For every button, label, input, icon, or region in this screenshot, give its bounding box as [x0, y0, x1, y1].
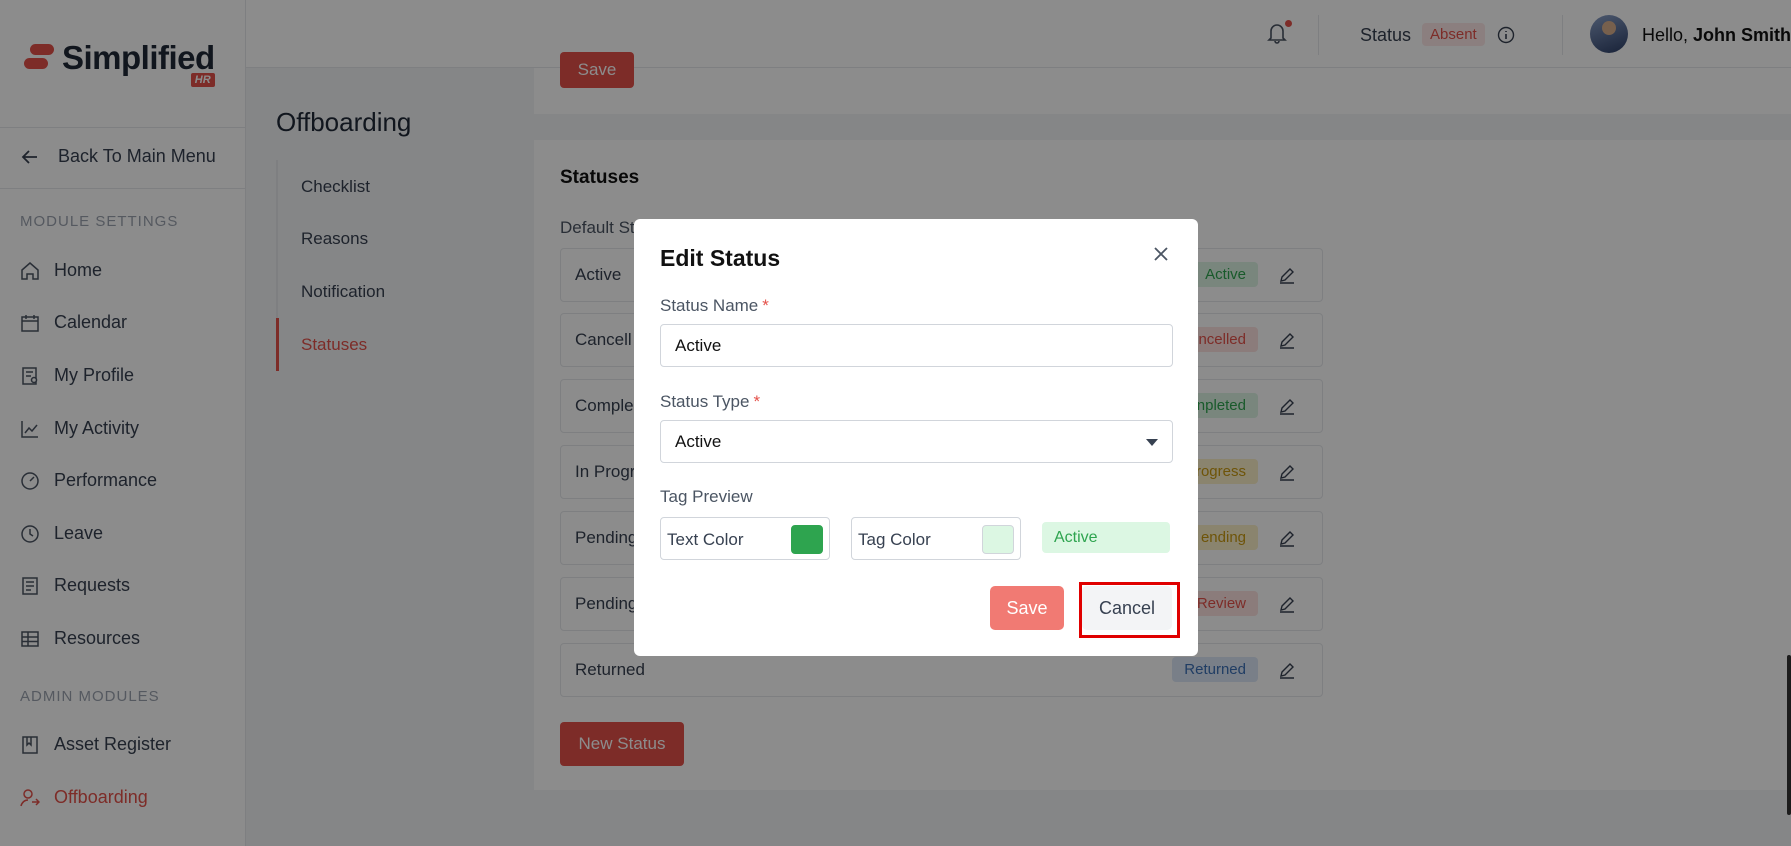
tag-preview: Active [1042, 522, 1170, 553]
caret-down-icon [1146, 439, 1158, 446]
required-mark: * [762, 296, 769, 315]
modal-save-button[interactable]: Save [990, 586, 1064, 630]
tag-color-swatch[interactable] [982, 525, 1014, 554]
modal-title: Edit Status [660, 245, 781, 271]
status-type-select[interactable]: Active [660, 420, 1173, 463]
required-mark: * [753, 392, 761, 411]
tag-color-picker[interactable]: Tag Color [851, 517, 1021, 560]
status-name-label-text: Status Name [660, 296, 759, 315]
highlight-box [1079, 582, 1180, 638]
status-type-label: Status Type * [660, 392, 760, 412]
tag-color-label: Tag Color [858, 530, 931, 549]
close-icon[interactable] [1152, 245, 1170, 263]
text-color-label: Text Color [667, 530, 744, 549]
status-type-value: Active [675, 432, 722, 451]
tag-preview-label: Tag Preview [660, 487, 753, 506]
status-name-label: Status Name * [660, 296, 769, 316]
status-name-input[interactable]: Active [660, 324, 1173, 367]
text-color-picker[interactable]: Text Color [660, 517, 830, 560]
status-type-label-text: Status Type [660, 392, 750, 411]
text-color-swatch[interactable] [791, 525, 823, 554]
